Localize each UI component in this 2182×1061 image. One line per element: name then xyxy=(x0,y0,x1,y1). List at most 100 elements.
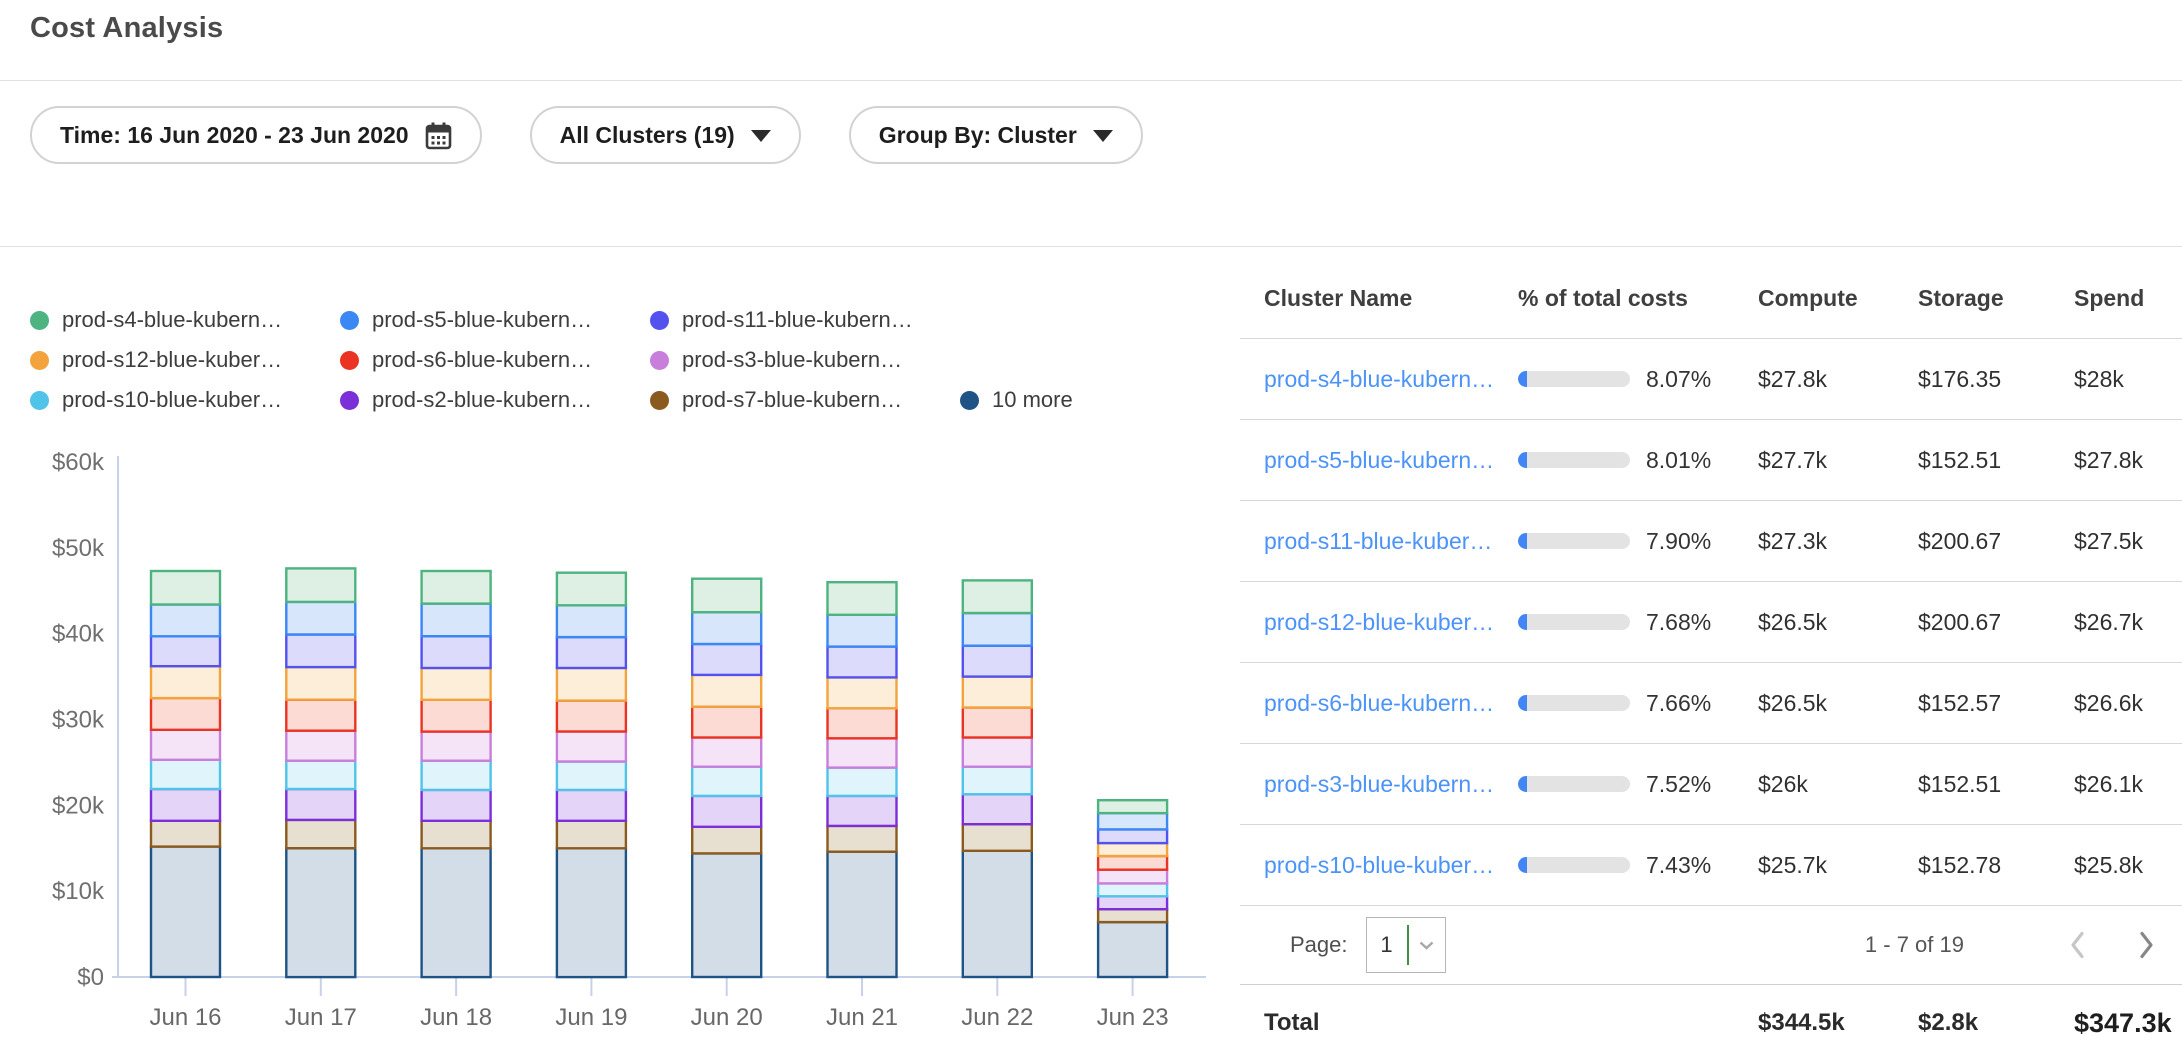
bar-segment[interactable] xyxy=(692,767,761,796)
bar-segment[interactable] xyxy=(557,668,626,701)
cluster-link[interactable]: prod-s12-blue-kuber… xyxy=(1264,609,1494,635)
bar-segment[interactable] xyxy=(557,790,626,821)
bar-segment[interactable] xyxy=(692,796,761,827)
bar-segment[interactable] xyxy=(151,605,220,637)
bar-segment[interactable] xyxy=(151,730,220,760)
bar-segment[interactable] xyxy=(151,636,220,666)
bar-segment[interactable] xyxy=(828,615,897,647)
bar-segment[interactable] xyxy=(286,602,355,635)
bar-segment[interactable] xyxy=(557,821,626,849)
bar-segment[interactable] xyxy=(151,698,220,730)
bar-segment[interactable] xyxy=(557,701,626,732)
bar-segment[interactable] xyxy=(1098,813,1167,829)
group-by-filter[interactable]: Group By: Cluster xyxy=(849,106,1143,164)
bar-segment[interactable] xyxy=(1098,870,1167,884)
page-select[interactable]: 1 xyxy=(1366,917,1446,973)
prev-page-icon[interactable] xyxy=(2068,930,2088,960)
bar-segment[interactable] xyxy=(692,644,761,675)
bar-segment[interactable] xyxy=(963,613,1032,646)
cluster-link[interactable]: prod-s10-blue-kuber… xyxy=(1264,852,1494,878)
bar-segment[interactable] xyxy=(557,848,626,977)
bar-segment[interactable] xyxy=(422,821,491,849)
bar-segment[interactable] xyxy=(1098,909,1167,922)
bar-segment[interactable] xyxy=(422,604,491,637)
bar-segment[interactable] xyxy=(963,677,1032,708)
bar-segment[interactable] xyxy=(828,852,897,977)
bar-segment[interactable] xyxy=(1098,800,1167,813)
bar-segment[interactable] xyxy=(963,738,1032,767)
bar-segment[interactable] xyxy=(828,582,897,615)
legend-item[interactable]: prod-s11-blue-kubern… xyxy=(650,307,960,333)
bar-segment[interactable] xyxy=(286,761,355,789)
bar-segment[interactable] xyxy=(422,790,491,821)
bar-segment[interactable] xyxy=(286,731,355,761)
bar-segment[interactable] xyxy=(557,605,626,637)
bar-segment[interactable] xyxy=(692,853,761,977)
cluster-link[interactable]: prod-s11-blue-kuber… xyxy=(1264,528,1492,554)
bar-segment[interactable] xyxy=(1098,896,1167,909)
bar-segment[interactable] xyxy=(422,700,491,732)
bar-segment[interactable] xyxy=(963,646,1032,677)
bar-segment[interactable] xyxy=(557,762,626,790)
bar-segment[interactable] xyxy=(557,732,626,762)
bar-segment[interactable] xyxy=(828,647,897,678)
time-range-filter[interactable]: Time: 16 Jun 2020 - 23 Jun 2020 xyxy=(30,106,482,164)
bar-segment[interactable] xyxy=(692,612,761,644)
bar-segment[interactable] xyxy=(828,677,897,708)
bar-segment[interactable] xyxy=(422,761,491,790)
bar-segment[interactable] xyxy=(1098,883,1167,896)
legend-item[interactable]: 10 more xyxy=(960,387,1073,413)
bar-segment[interactable] xyxy=(151,821,220,847)
bar-segment[interactable] xyxy=(286,667,355,700)
bar-segment[interactable] xyxy=(151,847,220,978)
legend-item[interactable]: prod-s7-blue-kubern… xyxy=(650,387,960,413)
bar-segment[interactable] xyxy=(1098,922,1167,977)
bar-segment[interactable] xyxy=(151,571,220,605)
bar-segment[interactable] xyxy=(557,573,626,606)
bar-segment[interactable] xyxy=(692,707,761,738)
bar-segment[interactable] xyxy=(692,738,761,767)
clusters-filter[interactable]: All Clusters (19) xyxy=(530,106,801,164)
legend-item[interactable]: prod-s10-blue-kuber… xyxy=(30,387,340,413)
legend-item[interactable]: prod-s4-blue-kubern… xyxy=(30,307,340,333)
legend-item[interactable]: prod-s6-blue-kubern… xyxy=(340,347,650,373)
legend-item[interactable]: prod-s2-blue-kubern… xyxy=(340,387,650,413)
legend-item[interactable]: prod-s3-blue-kubern… xyxy=(650,347,960,373)
bar-segment[interactable] xyxy=(286,700,355,731)
bar-segment[interactable] xyxy=(422,571,491,604)
bar-segment[interactable] xyxy=(1098,829,1167,843)
bar-segment[interactable] xyxy=(963,708,1032,738)
bar-segment[interactable] xyxy=(963,824,1032,851)
bar-segment[interactable] xyxy=(963,580,1032,613)
next-page-icon[interactable] xyxy=(2136,930,2156,960)
bar-segment[interactable] xyxy=(692,827,761,854)
bar-segment[interactable] xyxy=(1098,856,1167,870)
bar-segment[interactable] xyxy=(151,666,220,698)
bar-segment[interactable] xyxy=(963,851,1032,977)
bar-segment[interactable] xyxy=(963,767,1032,795)
bar-segment[interactable] xyxy=(963,794,1032,824)
bar-segment[interactable] xyxy=(557,637,626,668)
bar-segment[interactable] xyxy=(828,796,897,826)
bar-segment[interactable] xyxy=(828,768,897,796)
bar-segment[interactable] xyxy=(422,848,491,977)
bar-segment[interactable] xyxy=(692,675,761,707)
bar-segment[interactable] xyxy=(828,738,897,767)
bar-segment[interactable] xyxy=(828,708,897,738)
legend-item[interactable]: prod-s12-blue-kuber… xyxy=(30,347,340,373)
bar-segment[interactable] xyxy=(286,635,355,668)
bar-segment[interactable] xyxy=(422,636,491,668)
bar-segment[interactable] xyxy=(286,568,355,602)
bar-segment[interactable] xyxy=(422,668,491,700)
bar-segment[interactable] xyxy=(151,789,220,821)
cluster-link[interactable]: prod-s5-blue-kubern… xyxy=(1264,447,1494,473)
cluster-link[interactable]: prod-s4-blue-kubern… xyxy=(1264,366,1494,392)
bar-segment[interactable] xyxy=(286,789,355,820)
bar-segment[interactable] xyxy=(286,820,355,848)
bar-segment[interactable] xyxy=(286,848,355,977)
cluster-link[interactable]: prod-s6-blue-kubern… xyxy=(1264,690,1494,716)
legend-item[interactable]: prod-s5-blue-kubern… xyxy=(340,307,650,333)
bar-segment[interactable] xyxy=(1098,843,1167,856)
bar-segment[interactable] xyxy=(422,732,491,761)
bar-segment[interactable] xyxy=(692,579,761,613)
